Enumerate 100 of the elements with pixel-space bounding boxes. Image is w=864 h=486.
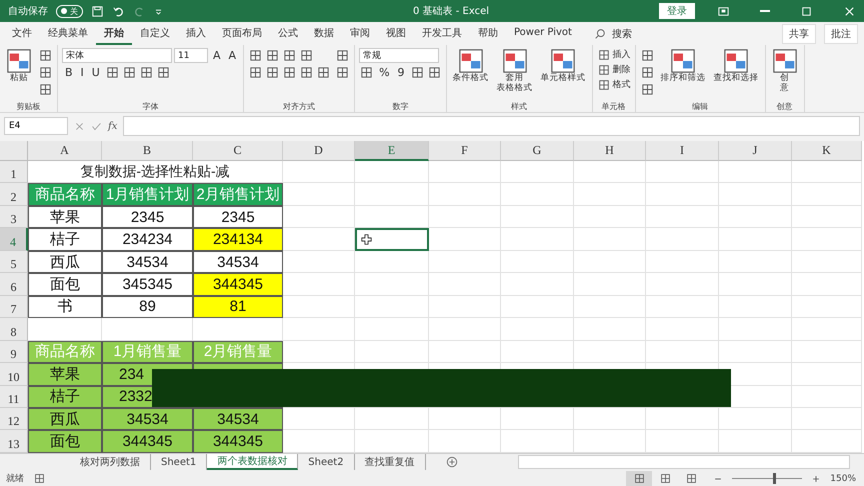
column-header[interactable]: D: [283, 141, 355, 161]
dropdown-field[interactable]: 宋体: [62, 48, 172, 63]
sheet-tab[interactable]: 查找重复值: [354, 454, 426, 470]
tool-button[interactable]: [316, 65, 332, 80]
menu-tab[interactable]: Power Pivot: [506, 24, 580, 43]
tool-button[interactable]: [299, 48, 314, 63]
menu-tab[interactable]: 自定义: [132, 22, 178, 44]
tool-button[interactable]: [426, 65, 442, 80]
row-header[interactable]: 13: [0, 430, 28, 453]
row-header[interactable]: 7: [0, 296, 28, 318]
column-header[interactable]: G: [501, 141, 574, 161]
dropdown-field[interactable]: 11: [174, 48, 208, 63]
menu-tab[interactable]: 审阅: [342, 22, 378, 44]
sheet-tab[interactable]: 两个表数据核对: [207, 454, 298, 470]
tool-button[interactable]: [248, 48, 264, 63]
column-header[interactable]: A: [28, 141, 102, 161]
column-header[interactable]: K: [792, 141, 862, 161]
search-label[interactable]: 搜索: [612, 26, 632, 40]
row-header[interactable]: 1: [0, 161, 28, 184]
column-header[interactable]: B: [102, 141, 193, 161]
sheet-tab[interactable]: Sheet2: [298, 454, 355, 470]
format-button[interactable]: B: [62, 66, 76, 79]
view-button[interactable]: [626, 470, 652, 486]
ribbon-button[interactable]: 单元格样式: [538, 48, 588, 84]
row-header[interactable]: 10: [0, 363, 28, 386]
function-button[interactable]: fx: [108, 120, 118, 132]
row-header[interactable]: 2: [0, 183, 28, 206]
tool-button[interactable]: [640, 48, 655, 63]
tool-button[interactable]: [640, 65, 655, 80]
format-button[interactable]: I: [78, 66, 87, 79]
format-button[interactable]: %: [376, 66, 393, 79]
tool-icon: [140, 66, 153, 79]
column-header[interactable]: F: [429, 141, 501, 161]
tool-button[interactable]: [104, 65, 120, 80]
tool-button[interactable]: [335, 65, 350, 80]
row-header[interactable]: 6: [0, 273, 28, 296]
tool-button[interactable]: [335, 48, 350, 63]
menu-tab[interactable]: 开发工具: [414, 22, 470, 44]
tool-button[interactable]: [38, 82, 53, 97]
tool-button[interactable]: [122, 65, 137, 80]
format-button[interactable]: A: [210, 49, 224, 62]
tool-button[interactable]: [299, 65, 314, 80]
format-button[interactable]: 9: [394, 66, 408, 79]
column-header[interactable]: I: [646, 141, 719, 161]
tool-button[interactable]: [38, 65, 53, 80]
share-button[interactable]: 共享: [782, 24, 816, 44]
ribbon-button[interactable]: 套用 表格格式: [494, 48, 535, 94]
menu-tab[interactable]: 视图: [378, 22, 414, 44]
ribbon-button[interactable]: 条件格式: [450, 48, 491, 84]
tool-button[interactable]: [282, 65, 298, 80]
tool-button[interactable]: [359, 65, 374, 80]
row-header[interactable]: 9: [0, 340, 28, 364]
menu-tab[interactable]: 文件: [4, 22, 40, 44]
tool-button[interactable]: [156, 65, 171, 80]
zoom-slider-thumb[interactable]: [772, 473, 776, 484]
ribbon-button[interactable]: 查找和选择: [712, 48, 761, 84]
tool-button[interactable]: [38, 48, 53, 63]
format-button[interactable]: U: [88, 66, 103, 79]
ribbon-button[interactable]: 粘贴: [4, 48, 34, 84]
sheet-tab[interactable]: 核对两列数据: [70, 454, 151, 470]
menu-tab[interactable]: 页面布局: [214, 22, 270, 44]
row-header[interactable]: 5: [0, 250, 28, 274]
column-header[interactable]: H: [574, 141, 646, 161]
menu-tab[interactable]: 经典菜单: [40, 22, 96, 44]
row-header[interactable]: 3: [0, 206, 28, 228]
zoom-level[interactable]: 150%: [830, 474, 864, 484]
ribbon-button[interactable]: 创 意: [770, 48, 800, 94]
formula-input[interactable]: [123, 116, 860, 136]
row-header[interactable]: 12: [0, 408, 28, 430]
name-box[interactable]: E4: [4, 117, 68, 135]
autosave-toggle[interactable]: 关: [56, 4, 83, 18]
menu-tab[interactable]: 插入: [178, 22, 214, 44]
menu-tab[interactable]: 公式: [270, 22, 306, 44]
column-header[interactable]: J: [719, 141, 792, 161]
format-button[interactable]: A: [226, 49, 240, 62]
comment-button[interactable]: 批注: [824, 24, 858, 44]
ribbon-button[interactable]: 格式: [596, 78, 631, 91]
selected-cell[interactable]: [355, 228, 429, 251]
tool-button[interactable]: [282, 48, 298, 63]
login-button[interactable]: 登录: [659, 3, 695, 19]
dropdown-field[interactable]: 常规: [359, 48, 440, 63]
menu-tab[interactable]: 帮助: [470, 22, 506, 44]
table-cell: 34534: [102, 408, 193, 430]
column-header[interactable]: E: [355, 141, 429, 161]
menu-tab[interactable]: 数据: [306, 22, 342, 44]
row-header[interactable]: 11: [0, 386, 28, 408]
tool-button[interactable]: [265, 65, 280, 80]
tool-button[interactable]: [640, 82, 655, 97]
column-header[interactable]: C: [193, 141, 283, 161]
ribbon-button[interactable]: 插入: [596, 48, 631, 61]
tool-button[interactable]: [410, 65, 425, 80]
tool-button[interactable]: [248, 65, 264, 80]
row-header[interactable]: 4: [0, 228, 28, 251]
row-header[interactable]: 8: [0, 318, 28, 341]
ribbon-button[interactable]: 删除: [596, 63, 631, 76]
tool-button[interactable]: [265, 48, 280, 63]
ribbon-button[interactable]: 排序和筛选: [658, 48, 708, 84]
grid-icon: [670, 48, 696, 74]
tool-button[interactable]: [138, 65, 154, 80]
horizontal-scrollbar[interactable]: [518, 455, 850, 470]
